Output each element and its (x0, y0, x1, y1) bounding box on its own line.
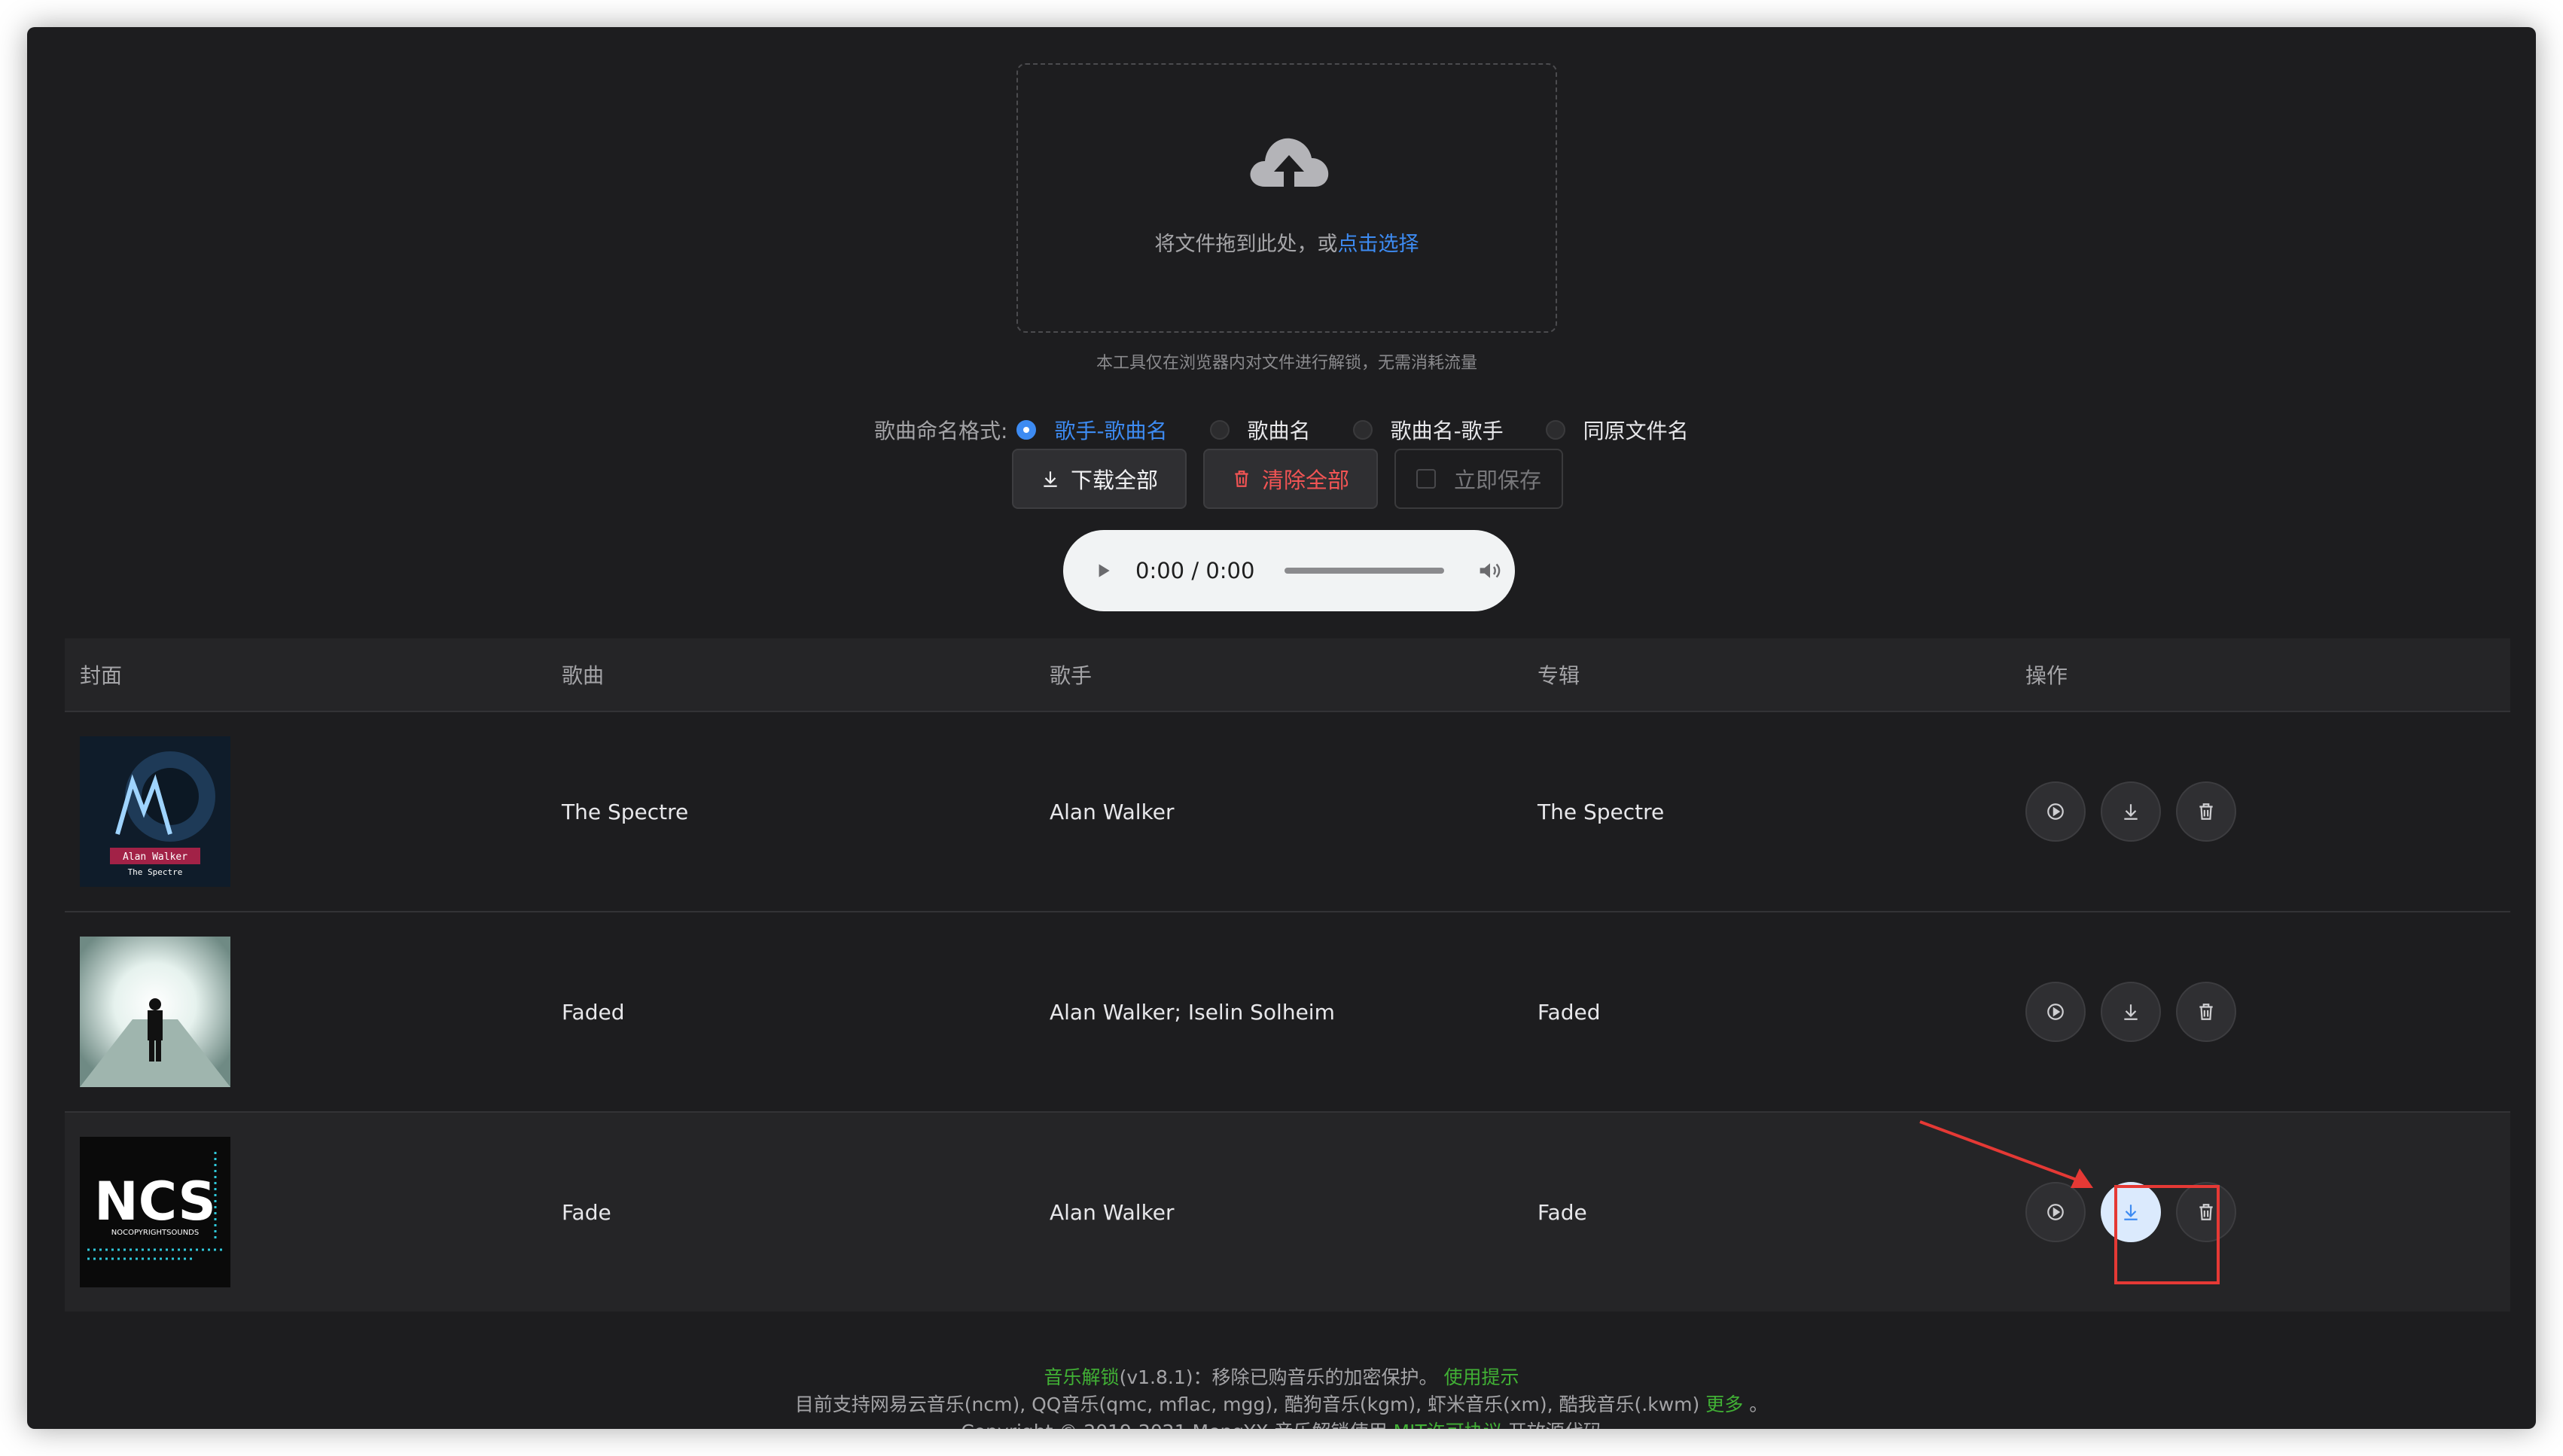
upload-dropzone[interactable]: 将文件拖到此处，或点击选择 (1016, 63, 1557, 333)
album-cell: Faded (1537, 999, 1601, 1025)
song-cell: Faded (562, 999, 625, 1025)
naming-format-group: 歌曲命名格式: 歌手-歌曲名 歌曲名 歌曲名-歌手 同原文件名 (874, 410, 1689, 450)
table-row: Alan Walker The Spectre The Spectre Alan… (65, 711, 2510, 911)
play-button[interactable] (2025, 982, 2086, 1042)
cover-text: Alan Walker (123, 851, 187, 863)
clear-all-label: 清除全部 (1261, 468, 1349, 493)
radio-label: 歌曲名-歌手 (1390, 419, 1504, 443)
play-icon[interactable] (1093, 561, 1113, 580)
artist-cell: Alan Walker; Iselin Solheim (1050, 999, 1335, 1025)
cover-cell (65, 937, 562, 1087)
save-now-checkbox-button[interactable]: 立即保存 (1394, 449, 1563, 509)
upload-text: 将文件拖到此处，或 (1154, 233, 1338, 256)
actions-cell (2025, 982, 2510, 1042)
naming-format-label: 歌曲命名格式: (874, 419, 1008, 443)
download-all-label: 下载全部 (1070, 468, 1158, 493)
radio-label: 歌手-歌曲名 (1054, 419, 1168, 443)
radio-artist-song[interactable]: 歌手-歌曲名 (1016, 415, 1168, 445)
radio-original-name[interactable]: 同原文件名 (1545, 415, 1689, 445)
cover-logo: NCS (94, 1171, 216, 1232)
radio-dot-icon (1209, 420, 1230, 440)
trash-icon (2199, 803, 2213, 820)
copyright-text: Copyright © 2019-2021 MengYX 音乐解锁使用 (961, 1421, 1387, 1429)
checkbox-icon (1416, 469, 1436, 489)
download-icon (2124, 804, 2138, 820)
header-cover: 封面 (80, 663, 123, 688)
cover-cell: NCS NOCOPYRIGHTSOUNDS (65, 1137, 562, 1287)
radio-dot-icon (1545, 420, 1565, 440)
clear-all-button[interactable]: 清除全部 (1203, 449, 1378, 509)
album-cell: The Spectre (1537, 799, 1665, 824)
radio-label: 同原文件名 (1583, 419, 1689, 443)
upload-instructions: 将文件拖到此处，或点击选择 (1018, 227, 1556, 257)
select-file-link[interactable]: 点击选择 (1338, 233, 1419, 256)
download-icon (2124, 1004, 2138, 1020)
trash-icon (2199, 1004, 2213, 1020)
play-circle-icon (2047, 803, 2064, 820)
license-link[interactable]: MIT许可协议 (1394, 1421, 1502, 1429)
header-album: 专辑 (1537, 663, 1580, 688)
play-circle-icon (2047, 1004, 2064, 1020)
open-source-text: 开放源代码 (1508, 1421, 1602, 1429)
album-cover-image: NCS NOCOPYRIGHTSOUNDS (80, 1137, 230, 1287)
actions-cell (2025, 781, 2510, 842)
progress-slider[interactable] (1285, 568, 1445, 574)
radio-dot-icon (1352, 420, 1373, 440)
version-text: (v1.8.1)：移除已购音乐的加密保护。 (1119, 1366, 1438, 1388)
app-name-link[interactable]: 音乐解锁 (1044, 1366, 1120, 1388)
artist-cell: Alan Walker (1050, 799, 1175, 824)
annotation-arrow-icon (1919, 1120, 2093, 1188)
cloud-upload-icon (1250, 138, 1329, 187)
more-link[interactable]: 更多 (1705, 1394, 1743, 1415)
album-cover-image: Alan Walker The Spectre (80, 736, 230, 887)
header-artist: 歌手 (1050, 663, 1093, 688)
song-cell: Fade (562, 1199, 611, 1225)
download-icon (1041, 469, 1060, 489)
delete-button[interactable] (2176, 982, 2236, 1042)
album-cover-image (80, 937, 230, 1087)
save-now-label: 立即保存 (1453, 468, 1541, 493)
download-button[interactable] (2101, 982, 2161, 1042)
cover-cell: Alan Walker The Spectre (65, 736, 562, 887)
cover-text: NOCOPYRIGHTSOUNDS (111, 1229, 199, 1237)
trash-icon (1232, 469, 1251, 489)
audio-player: 0:00 / 0:00 (1063, 530, 1515, 611)
song-cell: The Spectre (562, 799, 689, 824)
artist-cell: Alan Walker (1050, 1199, 1175, 1225)
supported-formats-text: 目前支持网易云音乐(ncm), QQ音乐(qmc, mflac, mgg), 酷… (794, 1394, 1700, 1415)
download-button[interactable] (2101, 781, 2161, 842)
header-song: 歌曲 (562, 663, 605, 688)
radio-label: 歌曲名 (1247, 419, 1311, 443)
radio-song[interactable]: 歌曲名 (1209, 415, 1311, 445)
table-row: Faded Alan Walker; Iselin Solheim Faded (65, 911, 2510, 1111)
footer-line-2: 目前支持网易云音乐(ncm), QQ音乐(qmc, mflac, mgg), 酷… (27, 1391, 2536, 1418)
usage-tips-link[interactable]: 使用提示 (1443, 1366, 1519, 1388)
delete-button[interactable] (2176, 781, 2236, 842)
upload-note: 本工具仅在浏览器内对文件进行解锁，无需消耗流量 (1096, 354, 1477, 373)
footer: 音乐解锁(v1.8.1)：移除已购音乐的加密保护。 使用提示 目前支持网易云音乐… (27, 1364, 2536, 1429)
play-button[interactable] (2025, 781, 2086, 842)
table-header: 封面 歌曲 歌手 专辑 操作 (65, 638, 2510, 711)
radio-dot-icon (1016, 420, 1037, 440)
download-all-button[interactable]: 下载全部 (1012, 449, 1187, 509)
actions-cell (2025, 1182, 2510, 1242)
footer-line-3: Copyright © 2019-2021 MengYX 音乐解锁使用 MIT许… (27, 1418, 2536, 1429)
footer-line-1: 音乐解锁(v1.8.1)：移除已购音乐的加密保护。 使用提示 (27, 1364, 2536, 1391)
playback-time: 0:00 / 0:00 (1135, 558, 1255, 583)
header-actions: 操作 (2025, 663, 2068, 688)
app-window: 将文件拖到此处，或点击选择 本工具仅在浏览器内对文件进行解锁，无需消耗流量 歌曲… (27, 27, 2536, 1429)
volume-icon[interactable] (1477, 559, 1503, 582)
footer-end-mark: 。 (1749, 1394, 1769, 1415)
cover-text: The Spectre (128, 867, 183, 877)
radio-song-artist[interactable]: 歌曲名-歌手 (1352, 415, 1504, 445)
annotation-callout-box (2114, 1185, 2220, 1284)
